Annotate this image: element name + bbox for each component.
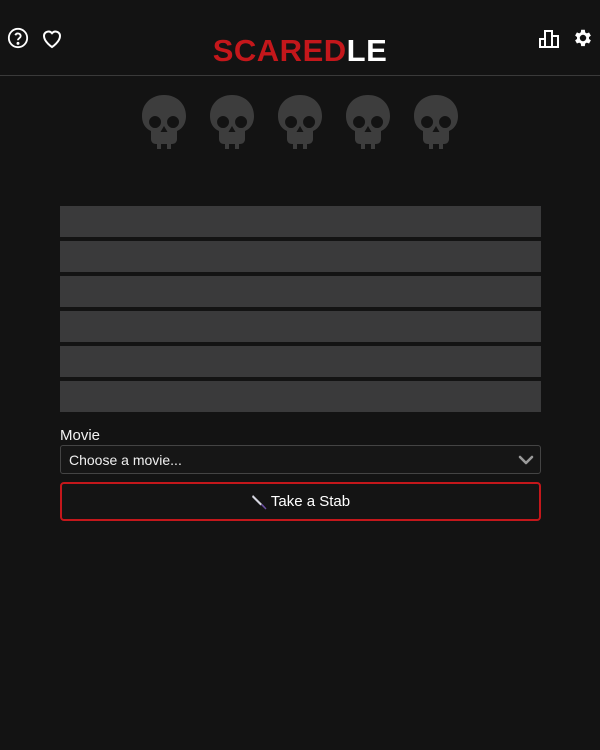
gear-icon[interactable]	[571, 26, 595, 50]
take-a-stab-button[interactable]: Take a Stab	[60, 482, 541, 521]
guess-row	[60, 346, 541, 377]
skull-icon	[346, 95, 390, 149]
skull-icon	[278, 95, 322, 149]
guess-row	[60, 206, 541, 237]
skull-icon	[142, 95, 186, 149]
guess-row	[60, 276, 541, 307]
lives-indicator	[0, 93, 600, 151]
guess-row	[60, 311, 541, 342]
logo-secondary: LE	[346, 33, 388, 68]
movie-select-value: Choose a movie...	[69, 451, 182, 468]
chevron-down-icon	[518, 455, 534, 465]
movie-select[interactable]: Choose a movie...	[60, 445, 541, 474]
app-header: SCAREDLE	[0, 0, 600, 76]
guess-row	[60, 241, 541, 272]
bar-chart-icon[interactable]	[537, 26, 561, 50]
logo-primary: SCARED	[212, 33, 347, 68]
take-a-stab-label: Take a Stab	[270, 493, 351, 510]
guess-row	[60, 381, 541, 412]
skull-icon	[210, 95, 254, 149]
skull-icon	[414, 95, 458, 149]
knife-icon	[251, 494, 267, 509]
guess-rows	[60, 206, 541, 416]
movie-label: Movie	[60, 427, 101, 444]
app-logo: SCAREDLE	[0, 33, 600, 69]
